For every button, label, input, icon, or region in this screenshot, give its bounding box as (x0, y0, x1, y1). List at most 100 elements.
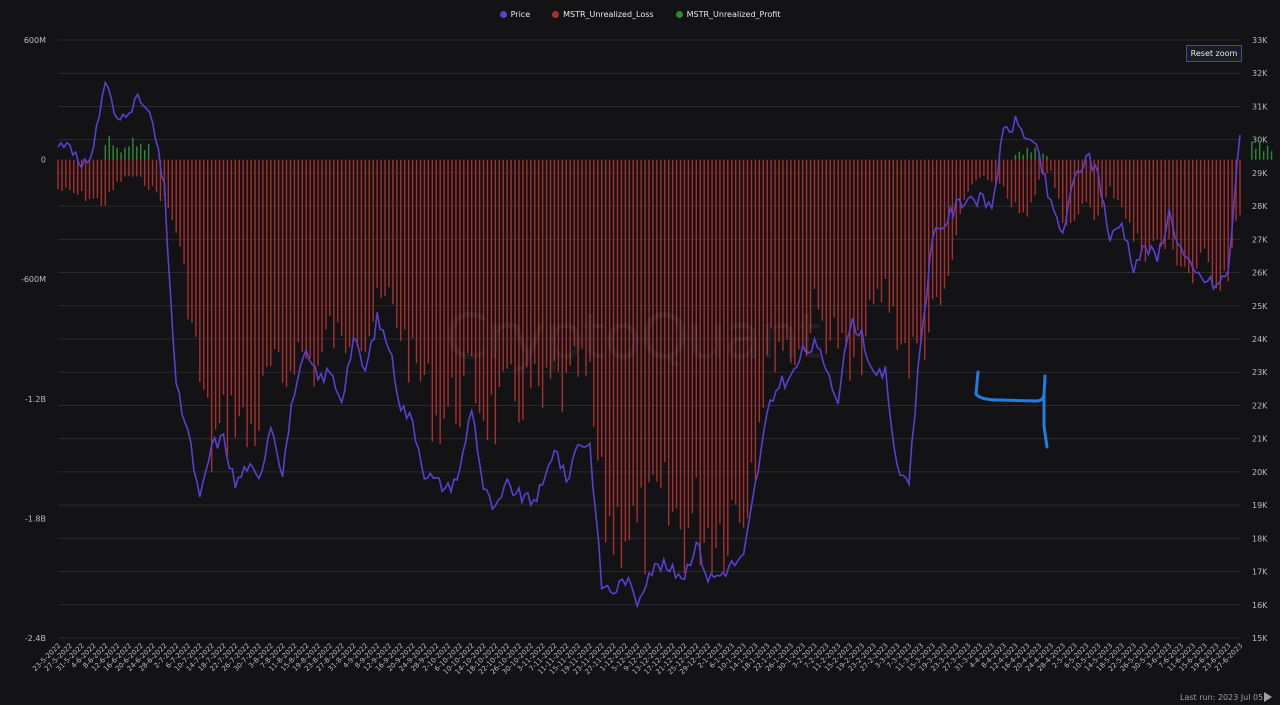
loss-bar (384, 159, 386, 297)
loss-bar (1018, 159, 1021, 214)
date-axis-ticks: 23-5-202227-5-202231-5-20224-6-20228-6-2… (31, 642, 1244, 676)
loss-bar (136, 159, 138, 177)
left-tick-label: 0 (41, 156, 46, 165)
right-tick-label: 33K (1252, 36, 1268, 45)
loss-bar (530, 159, 532, 389)
loss-bar (849, 159, 851, 381)
loss-bar (1172, 159, 1174, 250)
loss-bar (108, 159, 110, 193)
loss-bar (340, 159, 343, 336)
loss-bar (573, 159, 575, 347)
loss-bar (656, 159, 658, 482)
loss-bar (1125, 159, 1127, 219)
loss-bar (92, 159, 95, 199)
loss-bar (912, 159, 914, 337)
loss-bar (861, 159, 863, 376)
loss-bar (230, 159, 233, 396)
loss-bar (175, 159, 177, 233)
loss-bar (526, 159, 528, 368)
loss-bar (707, 159, 709, 529)
loss-bar (104, 159, 106, 206)
loss-bar (632, 159, 634, 506)
loss-bar (924, 159, 926, 361)
loss-bar (254, 159, 256, 447)
loss-bar (455, 159, 457, 424)
loss-bar (1014, 159, 1017, 203)
loss-bar (825, 159, 827, 354)
loss-bar (463, 159, 465, 376)
legend-item-price[interactable]: Price (499, 10, 531, 19)
left-tick-label: 600M (24, 36, 46, 45)
loss-bar (380, 159, 382, 299)
profit-bar (140, 143, 142, 160)
loss-bar (352, 159, 355, 342)
reset-zoom-button[interactable]: Reset zoom (1186, 45, 1242, 62)
play-icon[interactable] (1264, 692, 1272, 702)
loss-bar (482, 159, 485, 421)
loss-bar (1184, 159, 1186, 267)
loss-bar (1089, 159, 1091, 208)
loss-bar (407, 159, 410, 383)
loss-bar (876, 159, 879, 289)
right-tick-label: 29K (1252, 169, 1268, 178)
loss-bar (1002, 159, 1005, 187)
loss-bar (983, 159, 985, 176)
legend-item-profit[interactable]: MSTR_Unrealized_Profit (675, 10, 780, 19)
loss-bar (140, 159, 142, 177)
loss-bar (943, 159, 946, 289)
legend-label-price: Price (510, 10, 531, 19)
loss-bar (478, 159, 481, 413)
profit-bar (124, 147, 126, 160)
loss-bar (1117, 159, 1119, 201)
loss-bar (762, 159, 764, 408)
loss-bar (289, 159, 292, 372)
loss-bar (325, 159, 327, 330)
loss-bar (435, 159, 437, 416)
legend-item-loss[interactable]: MSTR_Unrealized_Loss (552, 10, 654, 19)
loss-bar (1105, 159, 1107, 198)
loss-bar (884, 159, 887, 279)
loss-bar (143, 159, 146, 186)
loss-bar (979, 159, 981, 178)
loss-bar (210, 159, 213, 473)
loss-bar (971, 159, 973, 185)
loss-bar (597, 159, 599, 461)
profit-bar (1018, 151, 1021, 160)
loss-bar (640, 159, 642, 488)
loss-bar (195, 159, 197, 337)
loss-bar (321, 159, 323, 353)
loss-bar (975, 159, 977, 181)
loss-bar (951, 159, 954, 260)
loss-bar (939, 159, 942, 306)
loss-bar (171, 159, 173, 221)
loss-bar (396, 159, 398, 328)
loss-bar (1113, 159, 1115, 199)
loss-bar (837, 159, 839, 349)
loss-bar (277, 159, 280, 352)
loss-bar (750, 159, 753, 463)
loss-bar (317, 159, 319, 366)
profit-bar (132, 137, 134, 160)
loss-bar (246, 159, 248, 448)
loss-bar (88, 159, 91, 200)
loss-bar (711, 159, 713, 574)
loss-bar (388, 159, 390, 288)
profit-bar (1022, 154, 1024, 160)
loss-bar (865, 159, 867, 337)
loss-bar (585, 159, 587, 376)
loss-bar (593, 159, 595, 427)
loss-bar (329, 159, 331, 316)
loss-bar (1109, 159, 1111, 187)
loss-bar (1156, 159, 1158, 240)
legend-label-loss: MSTR_Unrealized_Loss (563, 10, 654, 19)
loss-bar (69, 159, 71, 190)
loss-bar (179, 159, 181, 247)
loss-bar (222, 159, 225, 395)
loss-bar (1136, 159, 1139, 234)
loss-bar (671, 159, 674, 512)
profit-bar (1034, 147, 1036, 160)
right-tick-label: 18K (1252, 534, 1268, 543)
loss-bar (372, 159, 374, 322)
loss-bar (297, 159, 300, 343)
right-tick-label: 28K (1252, 202, 1268, 211)
